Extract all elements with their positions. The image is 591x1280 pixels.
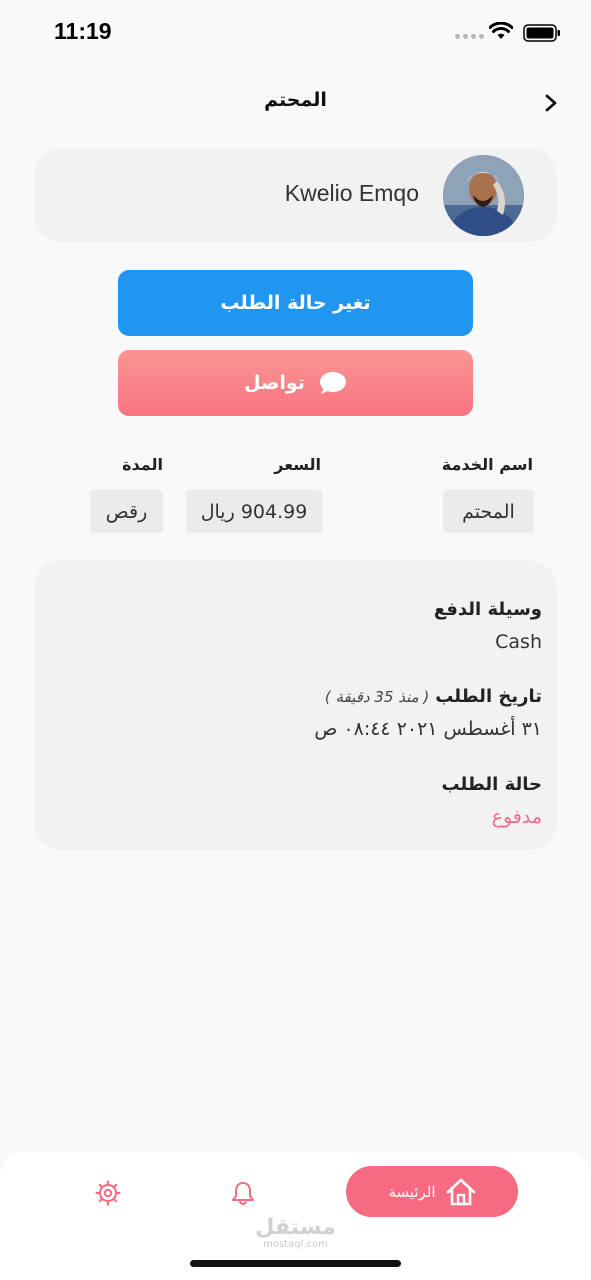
contact-button[interactable]: تواصل — [118, 350, 473, 416]
status-time: 11:19 — [54, 18, 112, 44]
order-details-card: وسيلة الدفع Cash تاريخ الطلب ( منذ 35 دقي… — [34, 560, 557, 850]
order-date-ago: ( منذ 35 دقيقة ) — [324, 688, 430, 706]
gear-icon[interactable] — [95, 1180, 121, 1206]
home-icon — [446, 1178, 475, 1205]
profile-card[interactable]: Kwelio Emqo — [34, 148, 557, 242]
watermark: مستقل mostaql.com — [0, 1217, 591, 1250]
home-indicator — [190, 1260, 401, 1267]
duration-label: المدة — [122, 455, 163, 474]
order-date-value: ٣١ أغسطس ٢٠٢١ ٠٨:٤٤ ص — [314, 718, 542, 740]
service-name-label: اسم الخدمة — [441, 455, 533, 474]
nav-home-label: الرئيسة — [388, 1182, 436, 1201]
service-name-value: المحتم — [462, 500, 515, 523]
page-title: المحتم — [264, 89, 327, 111]
duration-value: رقص — [105, 500, 148, 523]
battery-icon — [523, 24, 560, 42]
avatar — [443, 155, 524, 236]
signal-icon — [455, 34, 484, 39]
price-value: 904.99 ريال — [200, 500, 308, 523]
watermark-text: مستقل — [255, 1215, 336, 1240]
bottom-nav: الرئيسة مستقل mostaql.com — [0, 1151, 591, 1280]
order-status-value: مدفوع — [491, 806, 542, 828]
change-status-button[interactable]: تغير حالة الطلب — [118, 270, 473, 336]
chevron-right-icon[interactable] — [540, 92, 562, 114]
profile-name: Kwelio Emqo — [284, 180, 419, 206]
contact-label: تواصل — [244, 372, 305, 394]
payment-method-label: وسيلة الدفع — [433, 599, 542, 620]
price-label: السعر — [274, 455, 321, 474]
order-date-label-text: تاريخ الطلب — [435, 686, 542, 707]
watermark-sub: mostaql.com — [263, 1239, 328, 1250]
status-bar: 11:19 — [0, 0, 591, 64]
chat-bubble-icon — [319, 372, 346, 394]
price-chip: 904.99 ريال — [186, 490, 322, 533]
wifi-icon — [489, 22, 513, 39]
payment-method-value: Cash — [495, 631, 542, 653]
duration-chip: رقص — [90, 490, 163, 533]
bell-icon[interactable] — [230, 1180, 256, 1206]
nav-home-button[interactable]: الرئيسة — [346, 1166, 518, 1217]
change-status-label: تغير حالة الطلب — [220, 292, 371, 314]
order-date-label: تاريخ الطلب ( منذ 35 دقيقة ) — [325, 686, 542, 707]
service-name-chip: المحتم — [443, 490, 534, 533]
order-status-label: حالة الطلب — [441, 774, 542, 795]
